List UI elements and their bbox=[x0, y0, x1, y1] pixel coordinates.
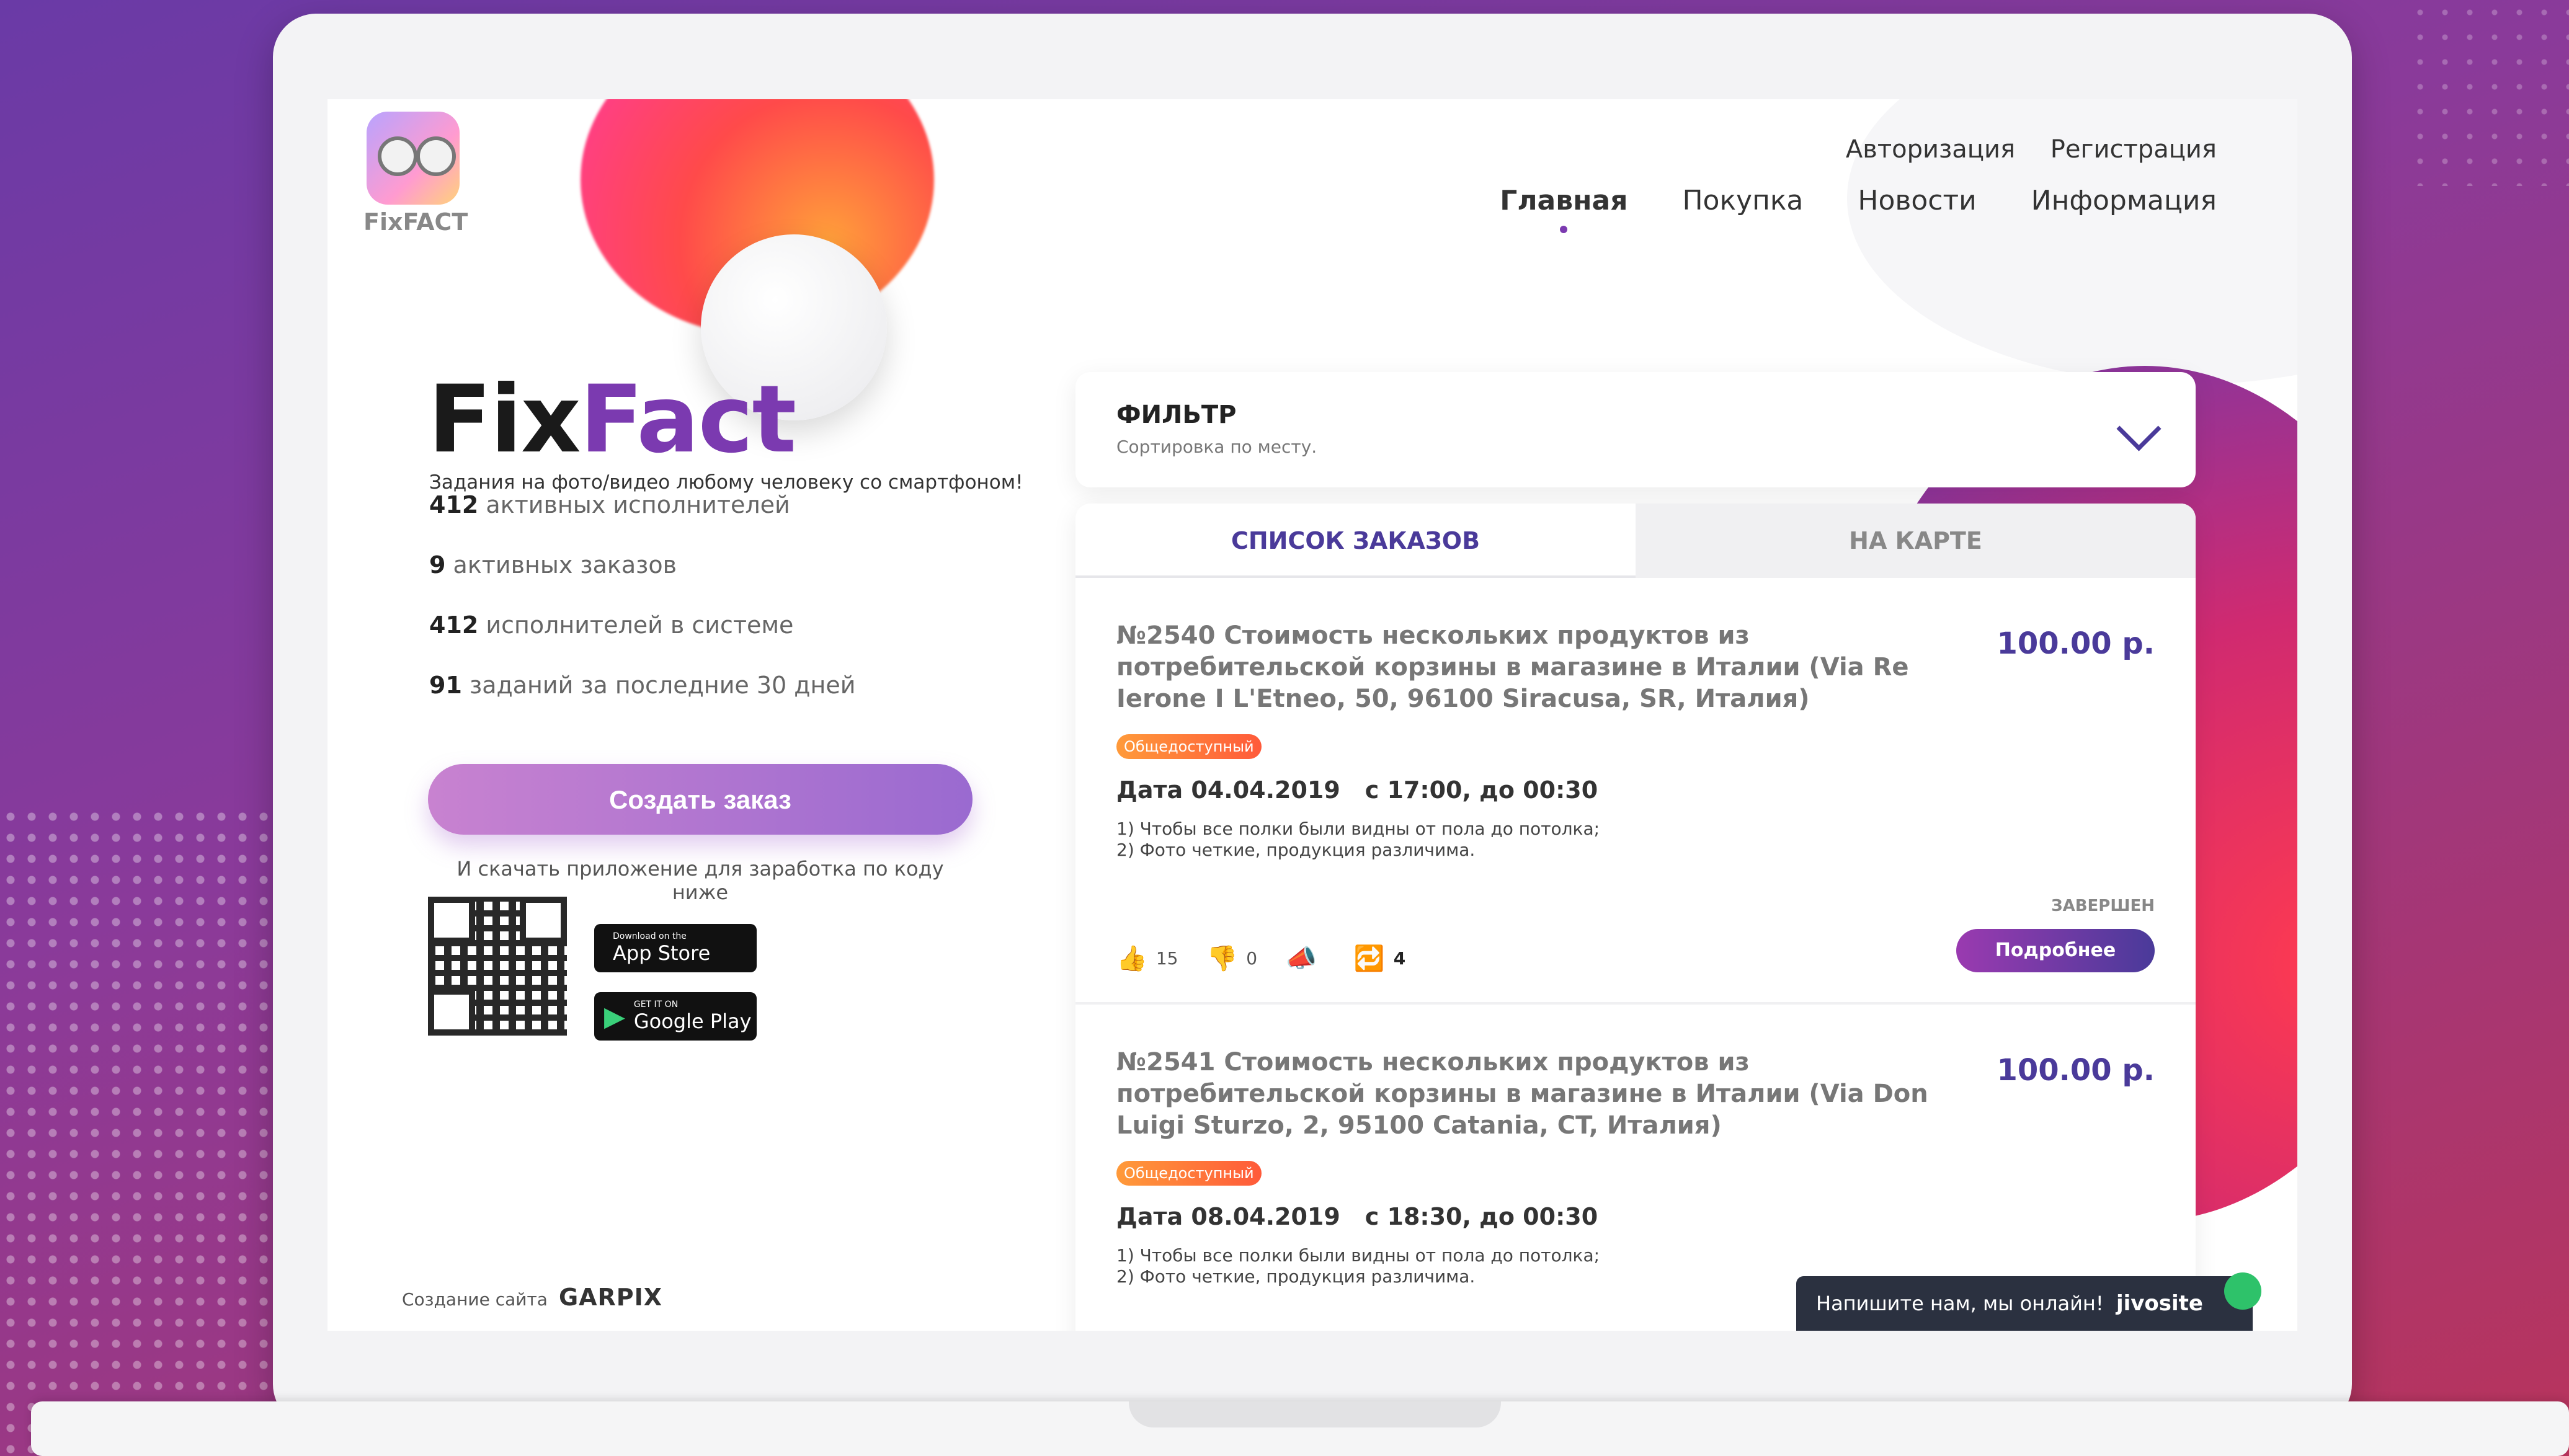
order-price: 100.00 р. bbox=[1997, 626, 2155, 661]
stat-label: активных исполнителей bbox=[486, 491, 790, 518]
requirement-1: 1) Чтобы все полки были видны от пола до… bbox=[1116, 1245, 1600, 1266]
stats-list: 412 активных исполнителей 9 активных зак… bbox=[429, 491, 855, 732]
google-play-label: GET IT ON Google Play bbox=[634, 1000, 752, 1033]
qr-corner bbox=[520, 897, 567, 944]
stat-value: 412 bbox=[429, 491, 479, 518]
order-reactions: 👍 15 👎 0 📣 🔁 4 bbox=[1116, 944, 1434, 973]
chat-text: Напишите нам, мы онлайн! bbox=[1816, 1292, 2104, 1315]
create-order-button[interactable]: Создать заказ bbox=[428, 764, 973, 835]
order-date-value: Дата 08.04.2019 bbox=[1116, 1203, 1340, 1230]
chat-widget[interactable]: Напишите нам, мы онлайн! jivosite bbox=[1796, 1272, 2261, 1331]
stat-label: исполнителей в системе bbox=[486, 611, 794, 639]
order-title[interactable]: №2541 Стоимость нескольких продуктов из … bbox=[1116, 1047, 2003, 1142]
hero-brand-title: FixFact bbox=[428, 366, 797, 474]
order-price: 100.00 р. bbox=[1997, 1053, 2155, 1088]
chat-online-indicator bbox=[2224, 1272, 2261, 1310]
nav-item-info[interactable]: Информация bbox=[2031, 185, 2217, 216]
app-store-button[interactable]: Download on the App Store bbox=[594, 924, 757, 972]
order-date: Дата 04.04.2019 с 17:00, до 00:30 bbox=[1116, 776, 1598, 804]
google-play-button[interactable]: ▶ GET IT ON Google Play bbox=[594, 992, 757, 1041]
stat-label: заданий за последние 30 дней bbox=[469, 672, 856, 699]
stat-performers-total: 412 исполнителей в системе bbox=[429, 611, 855, 672]
requirement-2: 2) Фото четкие, продукция различима. bbox=[1116, 1266, 1476, 1287]
order-requirements: 1) Чтобы все полки были видны от пола до… bbox=[1116, 819, 1600, 861]
qr-corner bbox=[428, 988, 475, 1036]
order-requirements: 1) Чтобы все полки были видны от пола до… bbox=[1116, 1245, 1600, 1287]
stat-tasks-30-days: 91 заданий за последние 30 дней bbox=[429, 672, 855, 732]
requirement-1: 1) Чтобы все полки были видны от пола до… bbox=[1116, 819, 1600, 839]
brand-fix: Fix bbox=[428, 366, 581, 474]
logo-text: FixFACT bbox=[363, 208, 468, 236]
order-title[interactable]: №2540 Стоимость нескольких продуктов из … bbox=[1116, 620, 2003, 715]
dislike-control[interactable]: 👎 0 bbox=[1206, 944, 1257, 973]
tab-on-map[interactable]: НА КАРТЕ bbox=[1636, 504, 2196, 578]
decorative-dots-right bbox=[2408, 0, 2569, 186]
order-time: с 17:00, до 00:30 bbox=[1365, 776, 1598, 804]
site-credits: Создание сайта GARPIX bbox=[402, 1284, 662, 1311]
repost-count: 4 bbox=[1393, 948, 1406, 969]
site-logo[interactable]: FixFACT bbox=[363, 112, 468, 236]
like-count: 15 bbox=[1155, 948, 1178, 969]
thumbs-up-icon: 👍 bbox=[1116, 944, 1147, 973]
google-play-big: Google Play bbox=[633, 1010, 752, 1033]
logo-eye-right bbox=[416, 136, 456, 176]
megaphone-icon: 📣 bbox=[1286, 944, 1317, 973]
main-nav: Главная Покупка Новости Информация bbox=[1454, 185, 2217, 233]
repost-icon: 🔁 bbox=[1353, 944, 1385, 973]
filter-title: ФИЛЬТР bbox=[1116, 401, 1237, 429]
brand-fact: Fact bbox=[579, 366, 797, 474]
google-play-small: GET IT ON bbox=[633, 1000, 679, 1010]
megaphone-control[interactable]: 📣 bbox=[1286, 944, 1325, 973]
app-store-small: Download on the bbox=[613, 931, 687, 941]
filter-subtitle: Сортировка по месту. bbox=[1116, 437, 1317, 457]
thumbs-down-icon: 👎 bbox=[1206, 944, 1238, 973]
credits-brand[interactable]: GARPIX bbox=[559, 1284, 662, 1311]
app-store-big: App Store bbox=[613, 941, 711, 965]
orders-panel: СПИСОК ЗАКАЗОВ НА КАРТЕ №2540 Стоимость … bbox=[1075, 504, 2196, 1331]
laptop-notch bbox=[1129, 1401, 1501, 1427]
dislike-count: 0 bbox=[1246, 948, 1258, 969]
auth-links: Авторизация Регистрация bbox=[1819, 135, 2217, 164]
nav-item-home[interactable]: Главная bbox=[1500, 185, 1627, 233]
requirement-2: 2) Фото четкие, продукция различима. bbox=[1116, 840, 1476, 860]
chevron-down-icon[interactable] bbox=[2116, 406, 2162, 451]
logo-icon bbox=[367, 112, 460, 205]
chat-brand: jivosite bbox=[2116, 1291, 2203, 1316]
access-badge: Общедоступный bbox=[1116, 734, 1262, 759]
stat-value: 91 bbox=[429, 672, 462, 699]
stat-label: активных заказов bbox=[453, 551, 677, 579]
order-time: с 18:30, до 00:30 bbox=[1365, 1203, 1598, 1230]
orders-tabs: СПИСОК ЗАКАЗОВ НА КАРТЕ bbox=[1075, 504, 2196, 578]
tab-orders-list[interactable]: СПИСОК ЗАКАЗОВ bbox=[1075, 504, 1636, 578]
qr-code bbox=[428, 897, 567, 1036]
website-screen: FixFACT Авторизация Регистрация Главная … bbox=[327, 99, 2297, 1331]
details-button[interactable]: Подробнее bbox=[1956, 929, 2155, 972]
login-link[interactable]: Авторизация bbox=[1846, 135, 2015, 164]
order-card: №2540 Стоимость нескольких продуктов из … bbox=[1075, 578, 2196, 1005]
order-date-value: Дата 04.04.2019 bbox=[1116, 776, 1340, 804]
order-date: Дата 08.04.2019 с 18:30, до 00:30 bbox=[1116, 1203, 1598, 1230]
stat-value: 9 bbox=[429, 551, 446, 579]
credits-label: Создание сайта bbox=[402, 1289, 548, 1310]
nav-item-purchase[interactable]: Покупка bbox=[1682, 185, 1803, 216]
stat-value: 412 bbox=[429, 611, 479, 639]
order-status: ЗАВЕРШЕН bbox=[2051, 897, 2155, 915]
repost-control[interactable]: 🔁 4 bbox=[1354, 944, 1405, 973]
register-link[interactable]: Регистрация bbox=[2050, 135, 2217, 164]
play-triangle-icon: ▶ bbox=[604, 1000, 625, 1032]
hero-tagline: Задания на фото/видео любому человеку со… bbox=[429, 471, 1023, 494]
app-store-label: Download on the App Store bbox=[613, 931, 710, 965]
access-badge: Общедоступный bbox=[1116, 1161, 1262, 1186]
stat-active-performers: 412 активных исполнителей bbox=[429, 491, 855, 551]
like-control[interactable]: 👍 15 bbox=[1116, 944, 1178, 973]
filter-panel[interactable]: ФИЛЬТР Сортировка по месту. bbox=[1075, 372, 2196, 487]
nav-item-news[interactable]: Новости bbox=[1858, 185, 1976, 216]
stat-active-orders: 9 активных заказов bbox=[429, 551, 855, 611]
qr-corner bbox=[428, 897, 475, 944]
logo-eye-left bbox=[378, 136, 417, 176]
